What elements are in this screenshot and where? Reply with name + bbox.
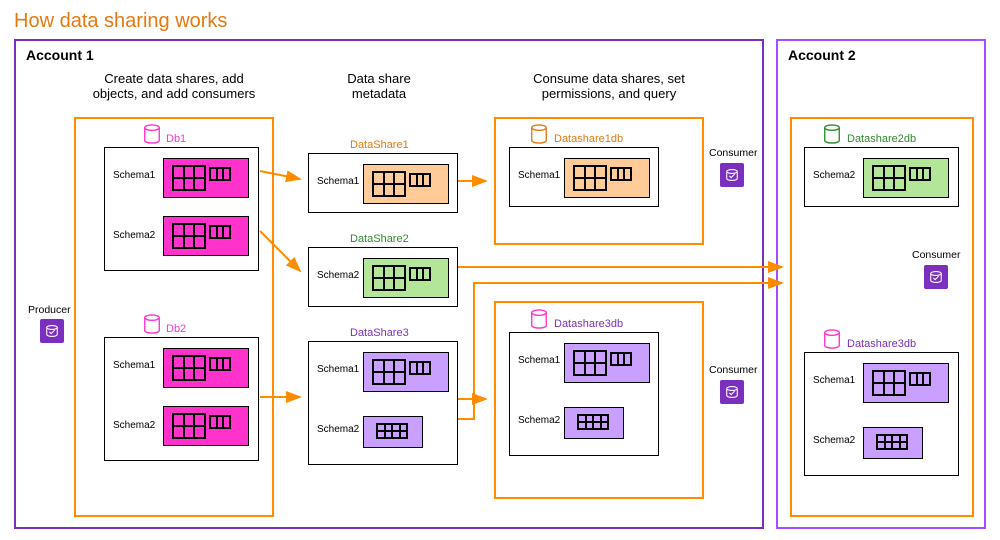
consumer3-label: Consumer: [912, 249, 960, 261]
ds3db-a1-schema1-box: [564, 343, 650, 383]
column-metadata-header: Data share metadata: [314, 71, 444, 101]
db2-schema2-box: [163, 406, 249, 446]
db1-schema1-label: Schema1: [113, 170, 155, 181]
ds3-label: DataShare3: [350, 327, 409, 339]
ds2db-block: Schema2: [804, 147, 959, 207]
ds1db-schema1-box: [564, 158, 650, 198]
ds3db-a2-label: Datashare3db: [847, 338, 916, 350]
ds3db-a2-block: Schema1 Schema2: [804, 352, 959, 476]
producer-label: Producer: [28, 304, 71, 316]
db1-schema1-box: [163, 158, 249, 198]
ds3db-a1-schema2-box: [564, 407, 624, 439]
ds3-schema2-label: Schema2: [317, 424, 359, 435]
ds3db-a1-schema1-label: Schema1: [518, 355, 560, 366]
db1-icon: [142, 124, 162, 144]
ds1-schema1-box: [363, 164, 449, 204]
diagram-title: How data sharing works: [14, 10, 986, 33]
ds3-schema1-box: [363, 352, 449, 392]
ds1db-icon: [529, 124, 549, 144]
ds3-schema2-box: [363, 416, 423, 448]
db1-block: Schema1 Schema2: [104, 147, 259, 271]
ds3db-a1-icon: [529, 309, 549, 329]
producer-icon: [40, 319, 64, 343]
ds2-schema2-box: [363, 258, 449, 298]
ds2db-schema2-box: [863, 158, 949, 198]
consumer1-icon: [720, 163, 744, 187]
db1-schema2-box: [163, 216, 249, 256]
db1-label: Db1: [166, 133, 186, 145]
db2-schema1-label: Schema1: [113, 360, 155, 371]
ds1db-schema1-label: Schema1: [518, 170, 560, 181]
ds3db-a1-schema2-label: Schema2: [518, 415, 560, 426]
column-producer-header: Create data shares, add objects, and add…: [74, 71, 274, 101]
db2-label: Db2: [166, 323, 186, 335]
consumer2-icon: [720, 380, 744, 404]
ds3db-a2-icon: [822, 329, 842, 349]
ds2db-schema2-label: Schema2: [813, 170, 855, 181]
db2-icon: [142, 314, 162, 334]
column-consumer-header: Consume data shares, set permissions, an…: [499, 71, 719, 101]
ds3db-a1-block: Schema1 Schema2: [509, 332, 659, 456]
db2-block: Schema1 Schema2: [104, 337, 259, 461]
ds3-block: Schema1 Schema2: [308, 341, 458, 465]
ds3db-a2-schema1-box: [863, 363, 949, 403]
ds1db-label: Datashare1db: [554, 133, 623, 145]
ds3db-a2-schema2-box: [863, 427, 923, 459]
ds1db-block: Schema1: [509, 147, 659, 207]
ds1-schema1-label: Schema1: [317, 176, 359, 187]
db2-schema2-label: Schema2: [113, 420, 155, 431]
ds3db-a1-label: Datashare3db: [554, 318, 623, 330]
diagram-canvas: Account 1 Account 2 Create data shares, …: [14, 39, 986, 529]
account-2-title: Account 2: [788, 47, 856, 63]
ds2-schema2-label: Schema2: [317, 270, 359, 281]
ds1-label: DataShare1: [350, 139, 409, 151]
ds3db-a2-schema1-label: Schema1: [813, 375, 855, 386]
ds2-label: DataShare2: [350, 233, 409, 245]
account-1-title: Account 1: [26, 47, 94, 63]
ds2db-icon: [822, 124, 842, 144]
ds1-block: Schema1: [308, 153, 458, 213]
consumer1-label: Consumer: [709, 147, 757, 159]
consumer3-icon: [924, 265, 948, 289]
db2-schema1-box: [163, 348, 249, 388]
ds2-block: Schema2: [308, 247, 458, 307]
consumer2-label: Consumer: [709, 364, 757, 376]
ds2db-label: Datashare2db: [847, 133, 916, 145]
ds3-schema1-label: Schema1: [317, 364, 359, 375]
ds3db-a2-schema2-label: Schema2: [813, 435, 855, 446]
db1-schema2-label: Schema2: [113, 230, 155, 241]
